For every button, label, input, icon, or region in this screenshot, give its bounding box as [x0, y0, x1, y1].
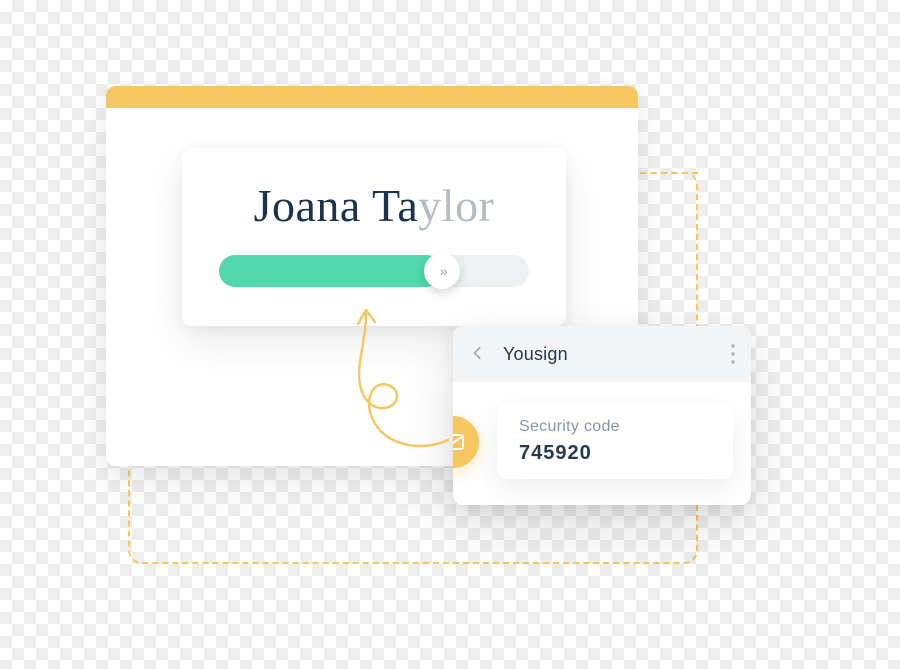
slider-fill: [219, 255, 442, 287]
signature-text: Joana Taylor: [254, 183, 495, 229]
signature-panel: Joana Taylor »: [182, 148, 566, 326]
notification-card: Yousign Security code 745920: [453, 326, 751, 505]
signature-last-faded: ylor: [418, 180, 494, 231]
signature-first: Joana Ta: [254, 180, 419, 231]
chevron-left-icon[interactable]: [471, 344, 489, 365]
notification-body: Security code 745920: [453, 382, 751, 505]
more-vertical-icon[interactable]: [731, 344, 735, 364]
browser-topbar: [106, 86, 638, 108]
notification-header: Yousign: [453, 326, 751, 382]
chevron-right-double-icon: »: [440, 263, 445, 279]
sign-slider[interactable]: »: [219, 255, 529, 287]
mail-icon: [453, 416, 479, 468]
dashed-connector-top: [630, 172, 698, 174]
slider-thumb[interactable]: »: [424, 253, 460, 289]
security-code-label: Security code: [519, 418, 711, 436]
app-name: Yousign: [503, 344, 568, 365]
security-code-pill: Security code 745920: [497, 404, 733, 479]
security-code-value: 745920: [519, 442, 711, 465]
